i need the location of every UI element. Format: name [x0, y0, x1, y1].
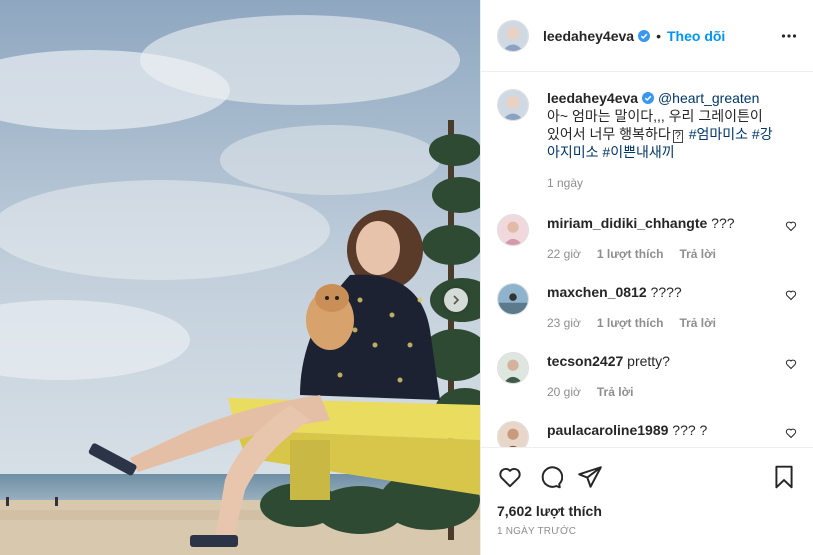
heart-icon[interactable] — [497, 464, 523, 490]
comment-username[interactable]: paulacaroline1989 — [547, 422, 668, 438]
caption-mention[interactable]: @heart_greaten — [658, 90, 759, 106]
comment-text: ??? — [711, 215, 735, 231]
caption-author-avatar[interactable] — [497, 89, 529, 121]
share-icon[interactable] — [577, 464, 603, 490]
header-separator: • — [656, 27, 661, 44]
comment-time[interactable]: 20 giờ — [547, 383, 581, 401]
comment-time[interactable]: 22 giờ — [547, 245, 581, 263]
heart-icon[interactable] — [785, 358, 797, 370]
post-photo[interactable] — [0, 0, 480, 555]
caption-emoji: ? — [672, 130, 683, 143]
commenter-avatar[interactable] — [497, 352, 529, 384]
hashtag[interactable]: #이쁜내새끼 — [602, 144, 674, 160]
caption: leedahey4eva @heart_greaten 아~ 엄마는 말이다,,… — [497, 89, 797, 192]
more-options-icon[interactable] — [781, 28, 797, 44]
heart-icon[interactable] — [785, 427, 797, 439]
comment-item: maxchen_0812 ???? 23 giờ 1 lượt thích Tr… — [497, 283, 797, 332]
comment-likes[interactable]: 1 lượt thích — [597, 245, 664, 263]
hashtag[interactable]: #엄마미소 — [689, 126, 748, 142]
post-details-panel: leedahey4eva • Theo dõi leedahey4eva @he… — [480, 0, 813, 555]
caption-username[interactable]: leedahey4eva — [547, 90, 638, 106]
reply-button[interactable]: Trả lời — [597, 383, 634, 401]
next-photo-button[interactable] — [444, 288, 468, 312]
comment-text: ??? ? — [672, 422, 708, 438]
heart-icon[interactable] — [785, 220, 797, 232]
beach-photo-illustration — [0, 0, 480, 555]
post-date[interactable]: 1 NGÀY TRƯỚC — [497, 526, 797, 537]
comment-time[interactable]: 23 giờ — [547, 314, 581, 332]
verified-badge-icon — [638, 29, 651, 42]
comments-list[interactable]: leedahey4eva @heart_greaten 아~ 엄마는 말이다,,… — [481, 73, 813, 447]
follow-button[interactable]: Theo dõi — [667, 28, 725, 44]
bookmark-icon[interactable] — [771, 464, 797, 490]
like-count[interactable]: 7,602 lượt thích — [497, 503, 797, 519]
comment-icon[interactable] — [537, 464, 563, 490]
comment-item: tecson2427 pretty? 20 giờ Trả lời — [497, 352, 797, 401]
post-actions: 7,602 lượt thích 1 NGÀY TRƯỚC — [481, 447, 813, 537]
chevron-right-icon — [453, 295, 460, 305]
comment-text: ???? — [650, 284, 682, 300]
comment-item: miriam_didiki_chhangte ??? 22 giờ 1 lượt… — [497, 214, 797, 263]
comment-username[interactable]: tecson2427 — [547, 353, 623, 369]
author-avatar[interactable] — [497, 19, 529, 52]
comment-item: paulacaroline1989 ??? ? — [497, 421, 797, 447]
heart-icon[interactable] — [785, 289, 797, 301]
comment-username[interactable]: miriam_didiki_chhangte — [547, 215, 707, 231]
commenter-avatar[interactable] — [497, 214, 529, 246]
comment-likes[interactable]: 1 lượt thích — [597, 314, 664, 332]
post-header: leedahey4eva • Theo dõi — [481, 0, 813, 72]
reply-button[interactable]: Trả lời — [679, 245, 716, 263]
reply-button[interactable]: Trả lời — [679, 314, 716, 332]
caption-time[interactable]: 1 ngày — [547, 174, 583, 192]
comment-text: pretty? — [627, 353, 670, 369]
commenter-avatar[interactable] — [497, 283, 529, 315]
comment-username[interactable]: maxchen_0812 — [547, 284, 647, 300]
verified-badge-icon — [642, 92, 655, 104]
commenter-avatar[interactable] — [497, 421, 529, 447]
author-username[interactable]: leedahey4eva — [543, 28, 634, 44]
